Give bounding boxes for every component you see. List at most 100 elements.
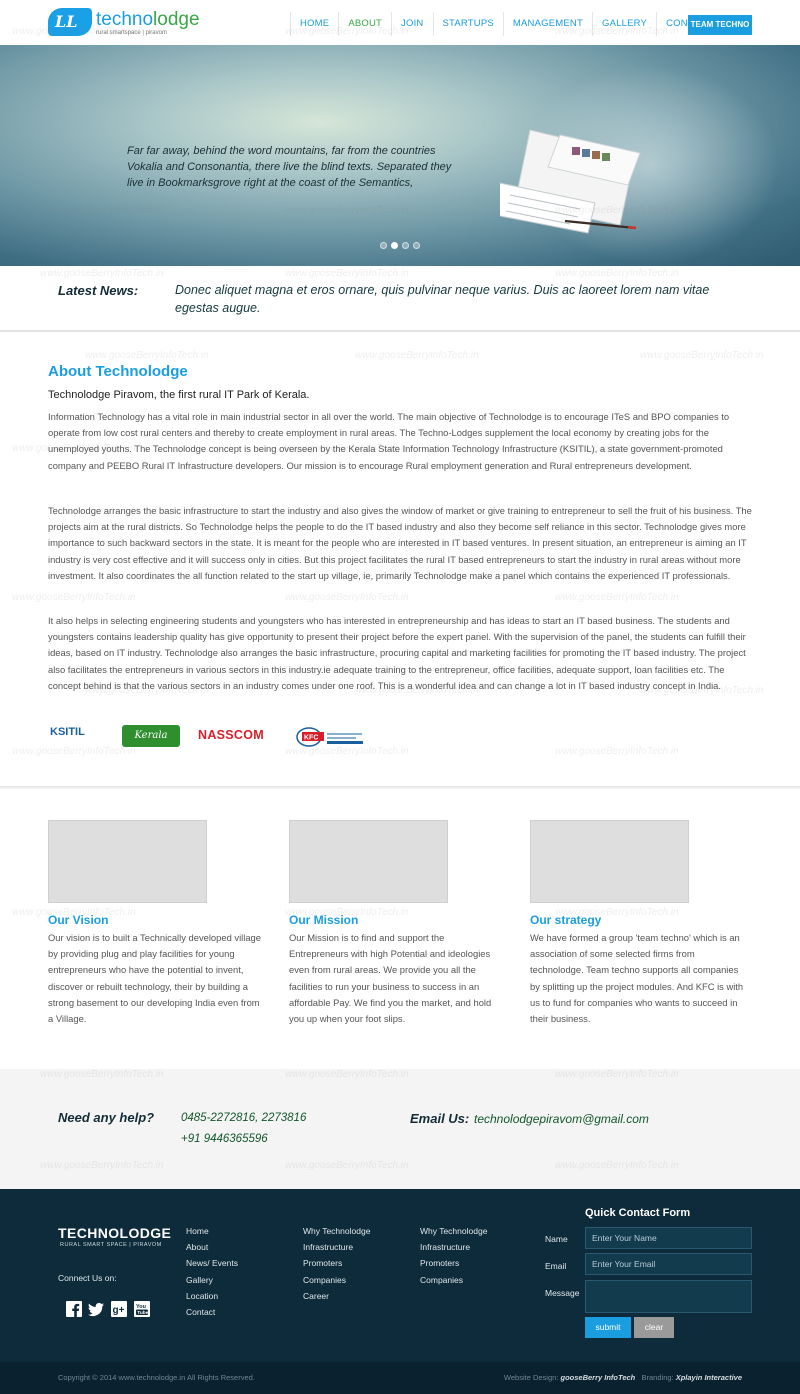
footer-link-career[interactable]: Career: [303, 1288, 370, 1304]
latest-news-text: Donec aliquet magna et eros ornare, quis…: [175, 283, 710, 315]
design-label: Website Design:: [503, 1373, 559, 1382]
strategy-text: We have formed a group 'team techno' whi…: [530, 932, 744, 1025]
footer-link-contact[interactable]: Contact: [186, 1304, 238, 1320]
footer-links-main: Home About News/ Events Gallery Location…: [186, 1223, 238, 1320]
vision-image-placeholder: [48, 820, 207, 903]
youtube-icon[interactable]: You Tube: [134, 1301, 150, 1317]
strategy-column: Our strategy We have formed a group 'tea…: [530, 820, 745, 1027]
phone-number-1[interactable]: 0485-2272816, 2273816: [181, 1112, 306, 1124]
watermark: www.gooseBerryInfoTech.in: [355, 350, 479, 361]
branding-credit-link[interactable]: Xplayin Interactive: [676, 1373, 742, 1382]
nav-about[interactable]: ABOUT: [338, 12, 391, 36]
mission-column: Our Mission Our Mission is to find and s…: [289, 820, 504, 1027]
google-plus-icon[interactable]: g+: [111, 1301, 127, 1317]
kerala-logo[interactable]: Kerala: [122, 725, 180, 747]
footer-link-promoters[interactable]: Promoters: [420, 1255, 487, 1271]
footer-link-home[interactable]: Home: [186, 1223, 238, 1239]
about-paragraph-2: Technolodge arranges the basic infrastru…: [48, 505, 752, 581]
slider-dots: [380, 242, 420, 249]
slider-dot-active[interactable]: [391, 242, 398, 249]
copyright-text: Copyright © 2014 www.technolodge.in All …: [58, 1373, 255, 1382]
logo-mark-text: LL: [55, 12, 78, 31]
strategy-image-placeholder: [530, 820, 689, 903]
message-field[interactable]: [585, 1280, 752, 1313]
mission-image-placeholder: [289, 820, 448, 903]
ksitil-logo-text: KSITIL: [50, 726, 85, 738]
watermark: www.gooseBerryInfoTech.in: [555, 746, 679, 757]
message-label: Message: [545, 1288, 580, 1298]
footer-link-location[interactable]: Location: [186, 1288, 238, 1304]
about-paragraph-1: Information Technology has a vital role …: [48, 411, 730, 471]
slider-dot[interactable]: [413, 242, 420, 249]
svg-text:You: You: [136, 1304, 146, 1310]
footer-logo-tagline: RURAL SMART SPACE | PIRAVOM: [60, 1242, 162, 1248]
nav-home[interactable]: HOME: [290, 12, 338, 36]
latest-news-bar: Latest News: Donec aliquet magna et eros…: [0, 266, 800, 332]
footer-link-infrastructure[interactable]: Infrastructure: [303, 1239, 370, 1255]
partner-logos: KSITIL Kerala NASSCOM KFC: [48, 722, 378, 752]
watermark: www.gooseBerryInfoTech.in: [640, 350, 764, 361]
email-label: Email Us:: [410, 1111, 470, 1126]
quick-contact-title: Quick Contact Form: [585, 1207, 691, 1219]
about-paragraph-3: It also helps in selecting engineering s…: [48, 615, 746, 691]
mission-title[interactable]: Our Mission: [289, 913, 504, 927]
team-techno-button[interactable]: TEAM TECHNO: [688, 15, 752, 35]
hero-slider: Far far away, behind the word mountains,…: [0, 45, 800, 266]
logo-wordmark-part2: lodge: [153, 9, 200, 30]
twitter-icon[interactable]: [88, 1301, 104, 1317]
nav-join[interactable]: JOIN: [391, 12, 432, 36]
footer-logo[interactable]: TECHNOLODGE: [58, 1225, 171, 1241]
footer-link-infrastructure[interactable]: Infrastructure: [420, 1239, 487, 1255]
nav-gallery[interactable]: GALLERY: [592, 12, 656, 36]
footer-link-promoters[interactable]: Promoters: [303, 1255, 370, 1271]
footer-link-news-events[interactable]: News/ Events: [186, 1255, 238, 1271]
help-strip: Need any help? 0485-2272816, 2273816 +91…: [0, 1069, 800, 1189]
svg-text:Tube: Tube: [137, 1310, 148, 1316]
name-field[interactable]: Enter Your Name: [585, 1227, 752, 1249]
logo-icon[interactable]: LL: [48, 8, 92, 36]
ksitil-logo[interactable]: KSITIL: [50, 726, 85, 738]
submit-button[interactable]: submit: [585, 1317, 631, 1338]
watermark: www.gooseBerryInfoTech.in: [85, 350, 209, 361]
site-header: LL technolodge rural smartspace | piravo…: [0, 0, 800, 45]
site-footer: TECHNOLODGE RURAL SMART SPACE | PIRAVOM …: [0, 1189, 800, 1362]
phone-number-2[interactable]: +91 9446365596: [181, 1133, 268, 1145]
facebook-icon[interactable]: [66, 1301, 82, 1317]
footer-link-why-technolodge[interactable]: Why Technolodge: [420, 1223, 487, 1239]
email-field-label: Email: [545, 1261, 567, 1271]
vision-column: Our Vision Our vision is to built a Tech…: [48, 820, 263, 1027]
strategy-title[interactable]: Our strategy: [530, 913, 745, 927]
latest-news-label: Latest News:: [58, 283, 139, 298]
clear-button[interactable]: clear: [634, 1317, 674, 1338]
watermark: www.gooseBerryInfoTech.in: [285, 592, 409, 603]
about-title: About Technolodge: [48, 363, 188, 380]
footer-link-gallery[interactable]: Gallery: [186, 1272, 238, 1288]
nav-startups[interactable]: STARTUPS: [432, 12, 503, 36]
logo-wordmark[interactable]: technolodge: [96, 9, 200, 31]
footer-links-tertiary: Why Technolodge Infrastructure Promoters…: [420, 1223, 487, 1288]
nav-management[interactable]: MANAGEMENT: [502, 12, 592, 36]
email-link[interactable]: technolodgepiravom@gmail.com: [474, 1112, 649, 1126]
help-label: Need any help?: [58, 1110, 155, 1125]
branding-label: Branding:: [641, 1373, 674, 1382]
watermark: www.gooseBerryInfoTech.in: [555, 592, 679, 603]
bottom-bar: Copyright © 2014 www.technolodge.in All …: [0, 1362, 800, 1394]
vision-title[interactable]: Our Vision: [48, 913, 263, 927]
logo-tagline: rural smartspace | piravom: [96, 30, 167, 36]
footer-link-companies[interactable]: Companies: [420, 1272, 487, 1288]
footer-link-why-technolodge[interactable]: Why Technolodge: [303, 1223, 370, 1239]
footer-link-about[interactable]: About: [186, 1239, 238, 1255]
slider-dot[interactable]: [380, 242, 387, 249]
main-nav: HOME ABOUT JOIN STARTUPS MANAGEMENT GALL…: [290, 12, 722, 36]
connect-label: Connect Us on:: [58, 1273, 117, 1283]
email-field[interactable]: Enter Your Email: [585, 1253, 752, 1275]
envelope-illustration: [500, 129, 641, 234]
about-subtitle: Technolodge Piravom, the first rural IT …: [48, 389, 310, 401]
kfc-logo[interactable]: KFC: [296, 726, 366, 748]
credits: Website Design: gooseBerry InfoTech Bran…: [504, 1373, 742, 1382]
footer-links-secondary: Why Technolodge Infrastructure Promoters…: [303, 1223, 370, 1304]
footer-link-companies[interactable]: Companies: [303, 1272, 370, 1288]
slider-dot[interactable]: [402, 242, 409, 249]
design-credit-link[interactable]: gooseBerry InfoTech: [561, 1373, 636, 1382]
nasscom-logo[interactable]: NASSCOM: [198, 728, 264, 742]
